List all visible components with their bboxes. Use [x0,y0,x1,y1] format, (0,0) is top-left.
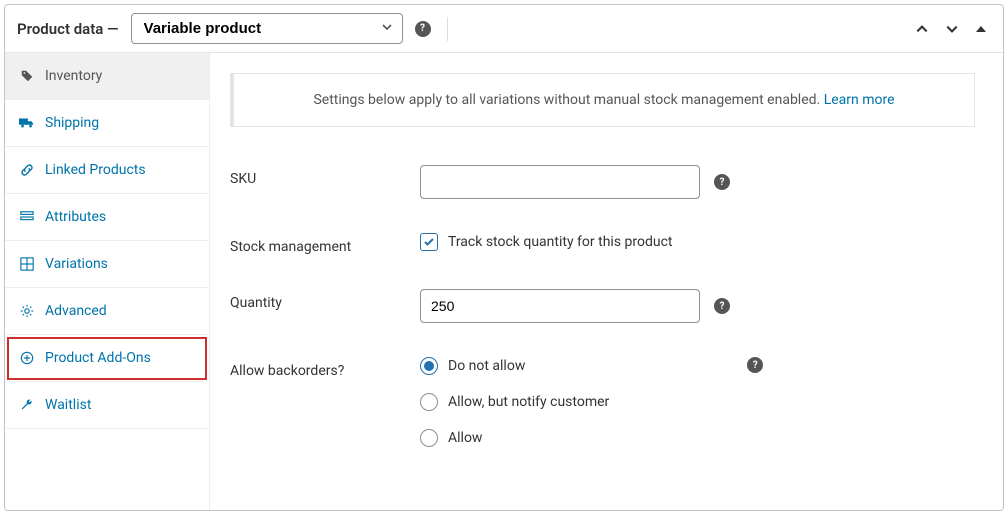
radio-icon [420,429,438,447]
track-stock-label: Track stock quantity for this product [448,234,673,250]
quantity-input[interactable] [420,289,700,323]
learn-more-link[interactable]: Learn more [824,92,895,108]
tab-label: Shipping [45,115,99,131]
stock-management-row: Stock management Track stock quantity fo… [222,223,983,279]
tab-label: Attributes [45,209,106,225]
divider [447,17,448,41]
radio-label: Allow, but notify customer [448,394,609,410]
plus-circle-icon [19,350,35,366]
quantity-row: Quantity ? [222,279,983,347]
tab-attributes[interactable]: Attributes [5,194,209,241]
chevron-up-icon[interactable] [911,18,933,40]
radio-label: Allow [448,430,482,446]
tab-label: Waitlist [45,397,91,413]
collapse-icon[interactable] [971,19,991,39]
backorders-radios: Do not allow Allow, but notify customer … [420,357,609,447]
tab-advanced[interactable]: Advanced [5,288,209,335]
backorder-option-notify[interactable]: Allow, but notify customer [420,393,609,411]
tab-variations[interactable]: Variations [5,241,209,288]
product-type-select-wrap: Variable product [131,13,403,44]
backorders-label: Allow backorders? [230,357,410,379]
product-type-select[interactable]: Variable product [131,13,403,44]
help-icon[interactable]: ? [747,357,763,373]
tag-icon [19,68,35,84]
wrench-icon [19,397,35,413]
info-notice: Settings below apply to all variations w… [230,73,975,127]
tab-waitlist[interactable]: Waitlist [5,382,209,429]
sku-row: SKU ? [222,155,983,223]
chevron-down-icon[interactable] [941,18,963,40]
track-stock-checkbox[interactable] [420,233,438,251]
header-controls [911,18,991,40]
panel-header: Product data — Variable product ? [5,5,1003,53]
tab-label: Inventory [45,68,102,84]
radio-icon [420,393,438,411]
radio-icon [420,357,438,375]
quantity-label: Quantity [230,289,410,311]
tab-content: Settings below apply to all variations w… [210,53,1003,510]
tab-shipping[interactable]: Shipping [5,100,209,147]
sku-label: SKU [230,165,410,187]
panel-body: Inventory Shipping Linked Products Attri… [5,53,1003,510]
sku-input[interactable] [420,165,700,199]
tabs-sidebar: Inventory Shipping Linked Products Attri… [5,53,210,510]
gear-icon [19,303,35,319]
backorder-option-no[interactable]: Do not allow [420,357,609,375]
tab-product-add-ons[interactable]: Product Add-Ons [5,335,209,382]
list-icon [19,209,35,225]
product-data-panel: Product data — Variable product ? [4,4,1004,511]
help-icon[interactable]: ? [714,298,730,314]
truck-icon [19,115,35,131]
tab-label: Product Add-Ons [45,350,151,366]
grid-icon [19,256,35,272]
tab-label: Advanced [45,303,107,319]
tab-inventory[interactable]: Inventory [5,53,209,100]
track-stock-checkbox-wrap[interactable]: Track stock quantity for this product [420,233,673,251]
tab-label: Linked Products [45,162,146,178]
radio-label: Do not allow [448,358,525,374]
help-icon[interactable]: ? [714,174,730,190]
stock-management-label: Stock management [230,233,410,255]
notice-text: Settings below apply to all variations w… [313,92,820,108]
backorder-option-yes[interactable]: Allow [420,429,609,447]
tab-linked-products[interactable]: Linked Products [5,147,209,194]
help-icon[interactable]: ? [415,21,431,37]
panel-title: Product data — [17,20,119,38]
tab-label: Variations [45,256,108,272]
link-icon [19,162,35,178]
backorders-row: Allow backorders? Do not allow Allow, bu… [222,347,983,471]
